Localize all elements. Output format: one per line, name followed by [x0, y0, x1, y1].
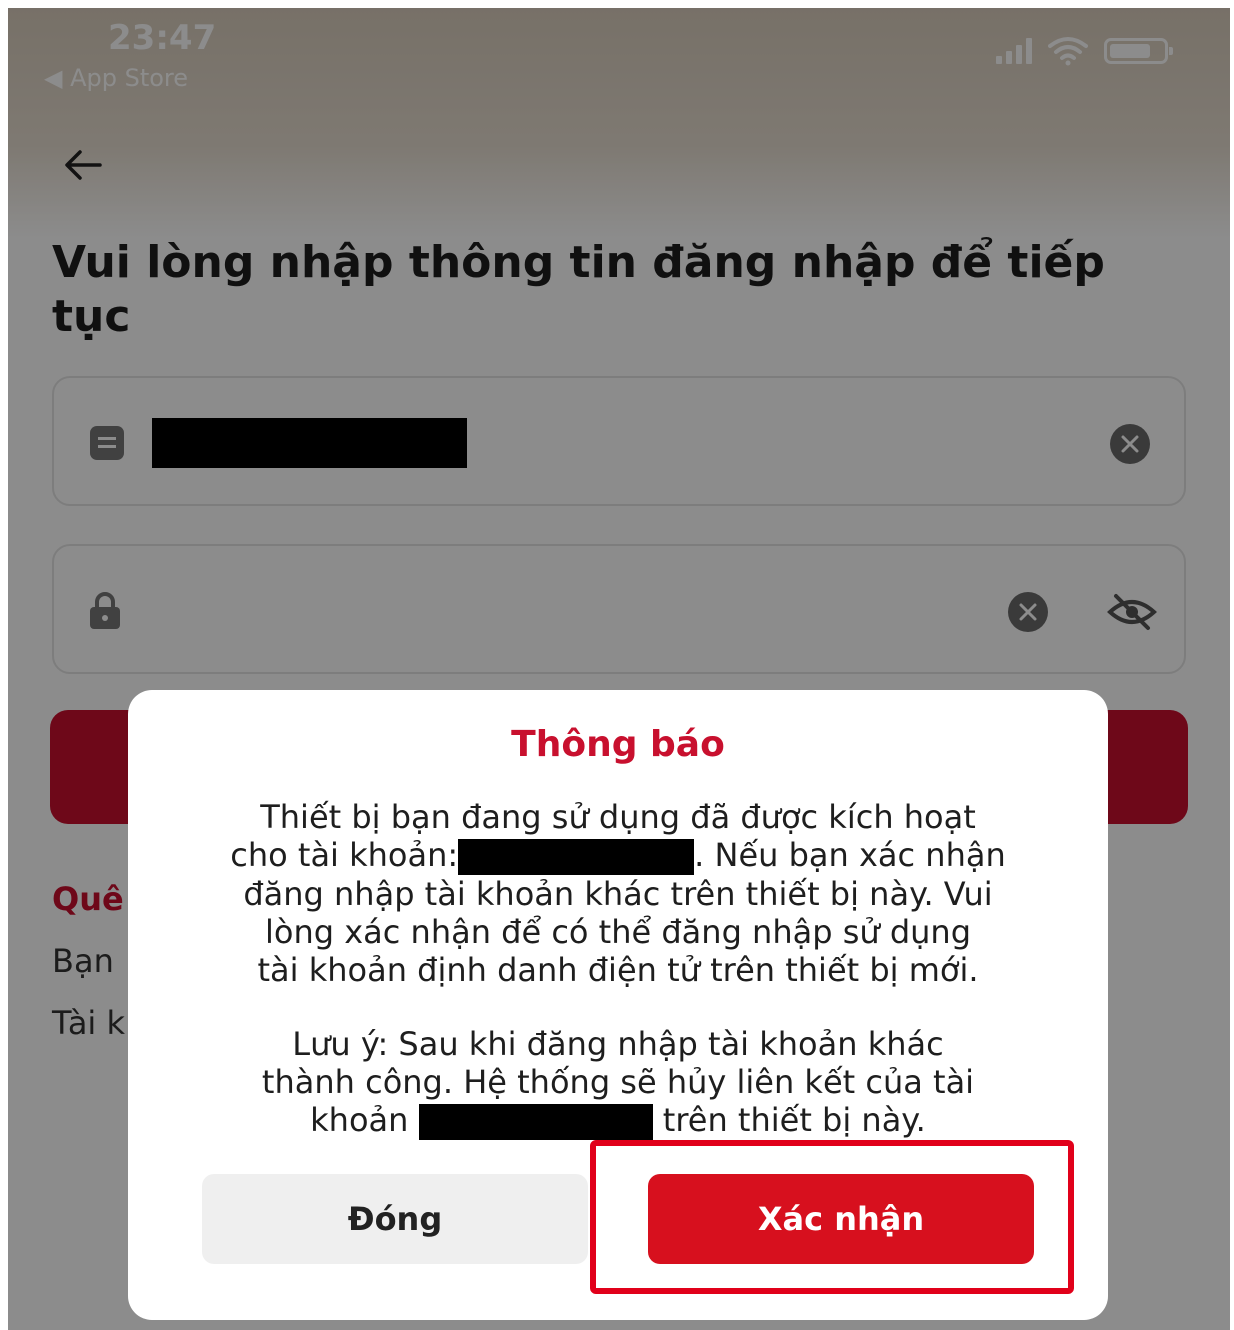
dialog-line: cho tài khoản: . Nếu bạn xác nhận	[168, 836, 1068, 875]
dialog-line: Thiết bị bạn đang sử dụng đã được kích h…	[260, 798, 976, 836]
dialog-text: trên thiết bị này.	[662, 1101, 926, 1139]
dialog-text: cho tài khoản:	[230, 836, 459, 874]
confirm-button-highlight	[590, 1140, 1074, 1294]
dialog-text: . Nếu bạn xác nhận	[694, 836, 1006, 874]
dialog-line: tài khoản định danh điện tử trên thiết b…	[257, 951, 979, 989]
close-button[interactable]: Đóng	[202, 1174, 588, 1264]
dialog-title: Thông báo	[511, 724, 725, 765]
dialog-note-line: Lưu ý: Sau khi đăng nhập tài khoản khác	[292, 1025, 944, 1063]
dialog-line: đăng nhập tài khoản khác trên thiết bị n…	[243, 875, 993, 913]
dialog-message: Thiết bị bạn đang sử dụng đã được kích h…	[168, 798, 1068, 1140]
redacted-account	[418, 1104, 653, 1140]
dialog-text: khoản	[310, 1101, 409, 1139]
phone-screen: 23:47 ◀ App Store Vui lòng nhập thông ti…	[8, 8, 1230, 1330]
dialog-note-line: khoản trên thiết bị này.	[168, 1101, 1068, 1140]
dialog-note-line: thành công. Hệ thống sẽ hủy liên kết của…	[261, 1063, 975, 1101]
redacted-account	[458, 839, 695, 875]
dialog-line: lòng xác nhận để có thể đăng nhập sử dụn…	[264, 913, 972, 951]
